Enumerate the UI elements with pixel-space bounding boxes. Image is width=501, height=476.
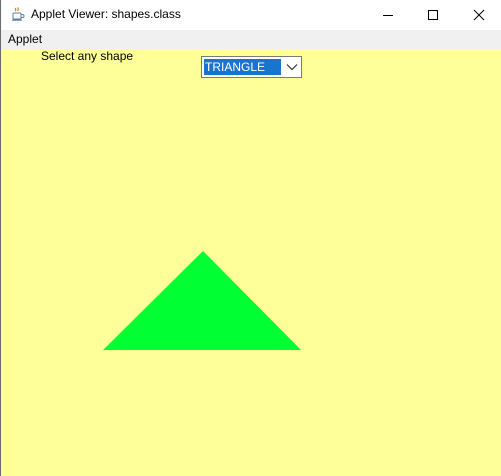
- minimize-button[interactable]: [365, 0, 411, 30]
- java-coffee-cup-icon: [10, 6, 26, 22]
- shape-select-dropdown[interactable]: TRIANGLE: [201, 56, 302, 78]
- maximize-icon: [428, 10, 438, 20]
- maximize-button[interactable]: [410, 0, 456, 30]
- shape-canvas: [103, 251, 301, 350]
- close-icon: [473, 9, 485, 21]
- applet-panel: Select any shape TRIANGLE: [1, 49, 501, 476]
- minimize-icon: [383, 15, 393, 16]
- triangle-shape: [103, 251, 301, 350]
- close-button[interactable]: [456, 0, 501, 30]
- chevron-down-icon[interactable]: [286, 63, 298, 71]
- selected-shape-value: TRIANGLE: [204, 59, 281, 75]
- menu-applet[interactable]: Applet: [8, 32, 42, 46]
- title-bar[interactable]: Applet Viewer: shapes.class: [1, 0, 501, 30]
- select-shape-label: Select any shape: [41, 49, 134, 63]
- window-title: Applet Viewer: shapes.class: [31, 7, 181, 21]
- applet-viewer-window: Applet Viewer: shapes.class Applet Selec…: [0, 0, 501, 476]
- menu-bar: Applet: [1, 30, 501, 49]
